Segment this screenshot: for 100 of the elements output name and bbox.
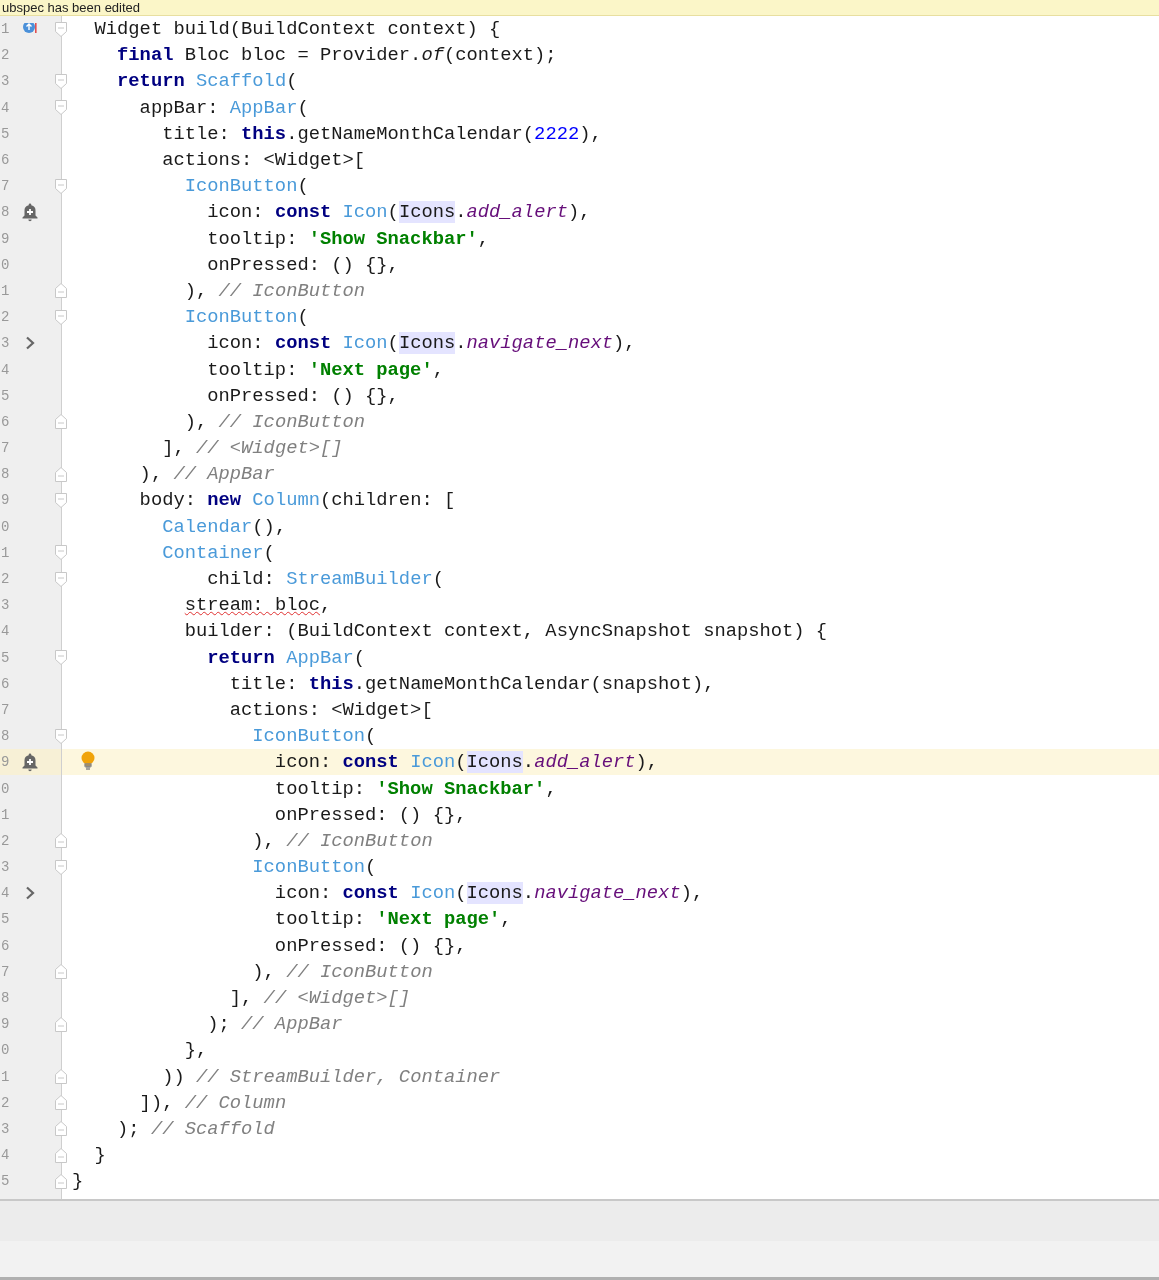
bell-plus-icon[interactable] xyxy=(21,752,39,773)
code-line: tooltip: 'Next page', xyxy=(206,358,444,381)
fold-icon[interactable] xyxy=(55,21,67,37)
line-number: 7 xyxy=(0,178,11,195)
code-line: IconButton( xyxy=(251,725,377,748)
code-line: Calendar(), xyxy=(161,515,287,538)
code-line: onPressed: () {}, xyxy=(206,253,399,276)
code-line: title: this.getNameMonthCalendar(snapshot), xyxy=(228,672,715,695)
code-line: onPressed: () {}, xyxy=(273,803,467,826)
line-number: 7 xyxy=(0,701,11,718)
code-line: appBar: AppBar( xyxy=(138,96,309,119)
fold-icon[interactable] xyxy=(55,545,67,561)
code-line: onPressed: () {}, xyxy=(273,934,467,957)
line-number: 6 xyxy=(0,937,11,954)
fold-icon[interactable] xyxy=(55,650,67,666)
line-number: 0 xyxy=(0,1042,11,1059)
fold-icon[interactable] xyxy=(55,1016,67,1032)
code-line: icon: const Icon(Icons.add_alert), xyxy=(273,751,659,774)
fold-icon[interactable] xyxy=(55,728,67,744)
line-number: 6 xyxy=(0,675,11,692)
chevron-right-icon[interactable] xyxy=(25,336,35,351)
line-number: 9 xyxy=(0,754,11,771)
fold-icon[interactable] xyxy=(55,1173,67,1189)
code-line: IconButton( xyxy=(251,856,377,879)
line-number: 3 xyxy=(0,335,11,352)
code-line: IconButton( xyxy=(183,175,309,198)
fold-icon[interactable] xyxy=(55,833,67,849)
line-number: 5 xyxy=(0,387,11,404)
code-line: ), // IconButton xyxy=(183,410,366,433)
line-number: 8 xyxy=(0,204,11,221)
fold-icon[interactable] xyxy=(55,571,67,587)
line-number: 1 xyxy=(0,21,11,38)
code-line: actions: <Widget>[ xyxy=(161,149,366,172)
fold-icon[interactable] xyxy=(55,859,67,875)
code-line: child: StreamBuilder( xyxy=(206,568,444,591)
line-number: 9 xyxy=(0,1016,11,1033)
line-number: 1 xyxy=(0,282,11,299)
banner-text: ubspec has been edited xyxy=(1,1,141,15)
line-number: 8 xyxy=(0,728,11,745)
line-number: 2 xyxy=(0,832,11,849)
line-number: 5 xyxy=(0,911,11,928)
line-number: 4 xyxy=(0,623,11,640)
line-number: 5 xyxy=(0,1173,11,1190)
fold-icon[interactable] xyxy=(55,964,67,980)
line-number: 5 xyxy=(0,649,11,666)
line-number: 3 xyxy=(0,597,11,614)
code-line: tooltip: 'Show Snackbar', xyxy=(206,227,490,250)
code-line: Container( xyxy=(161,541,275,564)
fold-icon[interactable] xyxy=(55,1121,67,1137)
chevron-right-icon[interactable] xyxy=(25,886,35,901)
line-number: 4 xyxy=(0,361,11,378)
line-number: 2 xyxy=(0,47,11,64)
code-line: Widget build(BuildContext context) { xyxy=(93,18,501,41)
line-number: 6 xyxy=(0,413,11,430)
fold-icon[interactable] xyxy=(55,1069,67,1085)
line-number: 1 xyxy=(0,806,11,823)
fold-icon[interactable] xyxy=(55,466,67,482)
code-line: return Scaffold( xyxy=(116,70,298,93)
fold-icon[interactable] xyxy=(55,1147,67,1163)
line-number: 4 xyxy=(0,99,11,116)
code-line: return AppBar( xyxy=(206,646,366,669)
code-line: actions: <Widget>[ xyxy=(228,698,433,721)
line-number: 4 xyxy=(0,885,11,902)
code-line: ), // AppBar xyxy=(138,463,275,486)
line-number: 2 xyxy=(0,309,11,326)
code-line: icon: const Icon(Icons.add_alert), xyxy=(206,201,591,224)
code-line: tooltip: 'Show Snackbar', xyxy=(273,777,557,800)
line-number: 0 xyxy=(0,518,11,535)
code-line: ], // <Widget>[] xyxy=(228,987,411,1010)
fold-icon[interactable] xyxy=(55,100,67,116)
fold-icon[interactable] xyxy=(55,1095,67,1111)
line-number: 6 xyxy=(0,152,11,169)
circle-arrow-icon[interactable] xyxy=(22,23,38,36)
line-number: 3 xyxy=(0,859,11,876)
fold-icon[interactable] xyxy=(55,283,67,299)
code-line: builder: (BuildContext context, AsyncSnapshot snapshot) { xyxy=(183,620,828,643)
code-line: } xyxy=(93,1144,106,1167)
line-number: 3 xyxy=(0,73,11,90)
code-line: )) // StreamBuilder, Container xyxy=(161,1065,501,1088)
fold-icon[interactable] xyxy=(55,492,67,508)
line-number: 9 xyxy=(0,492,11,509)
code-line: ); // AppBar xyxy=(206,1013,343,1036)
fold-icon[interactable] xyxy=(55,309,67,325)
bell-plus-icon[interactable] xyxy=(21,202,39,223)
line-number: 3 xyxy=(0,1120,11,1137)
code-line: ), // IconButton xyxy=(251,829,433,852)
line-number: 7 xyxy=(0,440,11,457)
line-number: 0 xyxy=(0,256,11,273)
code-line: icon: const Icon(Icons.navigate_next), xyxy=(206,332,636,355)
code-line: icon: const Icon(Icons.navigate_next), xyxy=(273,882,704,905)
fold-icon[interactable] xyxy=(55,414,67,430)
code-line: ), // IconButton xyxy=(183,279,366,302)
fold-icon[interactable] xyxy=(55,178,67,194)
code-line: } xyxy=(72,1170,84,1193)
line-number: 8 xyxy=(0,466,11,483)
line-number: 2 xyxy=(0,571,11,588)
line-number: 4 xyxy=(0,1147,11,1164)
line-number: 2 xyxy=(0,1094,11,1111)
fold-icon[interactable] xyxy=(55,73,67,89)
lightbulb-icon[interactable] xyxy=(81,751,95,772)
